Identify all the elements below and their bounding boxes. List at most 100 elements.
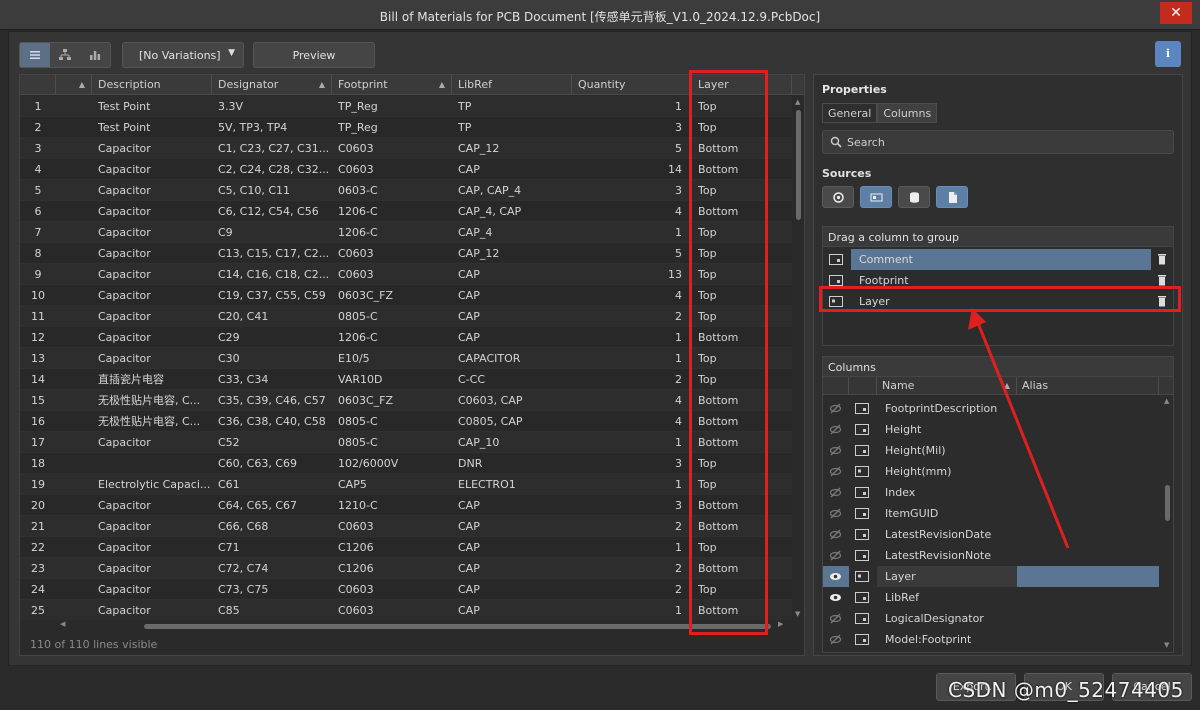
header-footprint[interactable]: Footprint ▲: [332, 75, 452, 95]
table-row[interactable]: 21 Capacitor C66, C68 C0603 CAP 2 Bottom: [20, 516, 792, 537]
column-list-item[interactable]: Index: [823, 482, 1163, 503]
column-alias[interactable]: [1017, 608, 1159, 629]
tree-view-button[interactable]: [50, 43, 80, 67]
header-designator[interactable]: Designator ▲: [212, 75, 332, 95]
table-row[interactable]: 25 Capacitor C85 C0603 CAP 1 Bottom: [20, 600, 792, 620]
header-row-number[interactable]: [20, 75, 56, 95]
columns-scrollbar[interactable]: ▲ ▼: [1163, 395, 1173, 651]
list-view-button[interactable]: [20, 43, 50, 67]
source-pcb-parameters-button[interactable]: [860, 186, 892, 208]
scroll-up-icon[interactable]: ▲: [1164, 397, 1169, 405]
scroll-down-icon[interactable]: ▼: [795, 610, 800, 618]
column-list-item[interactable]: LibRef: [823, 587, 1163, 608]
table-row[interactable]: 22 Capacitor C71 C1206 CAP 1 Top: [20, 537, 792, 558]
table-row[interactable]: 23 Capacitor C72, C74 C1206 CAP 2 Bottom: [20, 558, 792, 579]
eye-hidden-icon[interactable]: [829, 528, 842, 541]
group-item-comment[interactable]: Comment: [823, 249, 1173, 270]
table-row[interactable]: 20 Capacitor C64, C65, C67 1210-C CAP 3 Bottom: [20, 495, 792, 516]
table-row[interactable]: 2 Test Point 5V, TP3, TP4 TP_Reg TP 3 Top: [20, 117, 792, 138]
column-list-item[interactable]: Height(Mil): [823, 440, 1163, 461]
column-list-item[interactable]: LatestRevisionNote: [823, 545, 1163, 566]
header-source[interactable]: [849, 377, 877, 395]
eye-hidden-icon[interactable]: [829, 507, 842, 520]
source-document-button[interactable]: [936, 186, 968, 208]
column-alias[interactable]: [1017, 524, 1159, 545]
column-list-item[interactable]: Height: [823, 419, 1163, 440]
grid-horizontal-scrollbar[interactable]: ◀ ▶: [20, 620, 804, 632]
table-row[interactable]: 15 无极性贴片电容, C... C35, C39, C46, C57 0603C_F…: [20, 390, 792, 411]
column-list-item[interactable]: FootprintDescription: [823, 398, 1163, 419]
eye-hidden-icon[interactable]: [829, 633, 842, 646]
table-row[interactable]: 3 Capacitor C1, C23, C27, C31... C0603 CAP_1…: [20, 138, 792, 159]
hscroll-thumb[interactable]: [144, 624, 771, 629]
column-alias[interactable]: [1017, 566, 1159, 587]
eye-hidden-icon[interactable]: [829, 612, 842, 625]
table-row[interactable]: 4 Capacitor C2, C24, C28, C32... C0603 CAP 14…: [20, 159, 792, 180]
table-row[interactable]: 7 Capacitor C9 1206-C CAP_4 1 Top: [20, 222, 792, 243]
scroll-left-icon[interactable]: ◀: [60, 620, 65, 628]
column-alias[interactable]: [1017, 398, 1159, 419]
table-row[interactable]: 13 Capacitor C30 E10/5 CAPACITOR 1 Top: [20, 348, 792, 369]
column-alias[interactable]: [1017, 419, 1159, 440]
close-button[interactable]: ✕: [1160, 2, 1192, 24]
scroll-thumb[interactable]: [796, 110, 801, 220]
column-alias[interactable]: [1017, 629, 1159, 650]
source-components-button[interactable]: [822, 186, 854, 208]
table-row[interactable]: 10 Capacitor C19, C37, C55, C59 0603C_FZ CAP…: [20, 285, 792, 306]
info-button[interactable]: i: [1155, 41, 1181, 67]
table-row[interactable]: 11 Capacitor C20, C41 0805-C CAP 2 Top: [20, 306, 792, 327]
table-row[interactable]: 9 Capacitor C14, C16, C18, C2... C0603 CAP 13…: [20, 264, 792, 285]
table-row[interactable]: 19 Electrolytic Capaci... C61 CAP5 ELECTRO1 1…: [20, 474, 792, 495]
header-alias[interactable]: Alias: [1017, 377, 1159, 395]
preview-button[interactable]: Preview: [253, 42, 375, 68]
trash-icon[interactable]: [1157, 253, 1167, 265]
header-libref[interactable]: LibRef: [452, 75, 572, 95]
column-list-item[interactable]: Height(mm): [823, 461, 1163, 482]
table-row[interactable]: 6 Capacitor C6, C12, C54, C56 1206-C CAP_4, …: [20, 201, 792, 222]
column-list-item[interactable]: LogicalDesignator: [823, 608, 1163, 629]
column-list-item[interactable]: Layer: [823, 566, 1163, 587]
variations-dropdown[interactable]: [No Variations] ▼: [122, 42, 244, 68]
table-row[interactable]: 24 Capacitor C73, C75 C0603 CAP 2 Top: [20, 579, 792, 600]
eye-hidden-icon[interactable]: [829, 444, 842, 457]
eye-icon[interactable]: [829, 591, 842, 604]
table-row[interactable]: 17 Capacitor C52 0805-C CAP_10 1 Bottom: [20, 432, 792, 453]
table-row[interactable]: 16 无极性贴片电容, C... C36, C38, C40, C58 0805-C C…: [20, 411, 792, 432]
header-name[interactable]: Name ▲: [877, 377, 1017, 395]
table-row[interactable]: 5 Capacitor C5, C10, C11 0603-C CAP, CAP_4 3 T…: [20, 180, 792, 201]
tab-general[interactable]: General: [822, 103, 878, 123]
table-row[interactable]: 12 Capacitor C29 1206-C CAP 1 Bottom: [20, 327, 792, 348]
header-visibility[interactable]: [823, 377, 849, 395]
eye-hidden-icon[interactable]: [829, 486, 842, 499]
table-row[interactable]: 1 Test Point 3.3V TP_Reg TP 1 Top: [20, 96, 792, 117]
eye-icon[interactable]: [829, 570, 842, 583]
column-alias[interactable]: [1017, 503, 1159, 524]
grid-vertical-scrollbar[interactable]: ▲ ▼: [793, 96, 804, 620]
scroll-right-icon[interactable]: ▶: [778, 620, 783, 628]
header-quantity[interactable]: Quantity: [572, 75, 692, 95]
trash-icon[interactable]: [1157, 274, 1167, 286]
column-alias[interactable]: [1017, 440, 1159, 461]
table-row[interactable]: 14 直插瓷片电容 C33, C34 VAR10D C-CC 2 Top: [20, 369, 792, 390]
column-list-item[interactable]: Model:Footprint: [823, 629, 1163, 650]
header-sort-indicator[interactable]: ▲: [56, 75, 92, 95]
column-alias[interactable]: [1017, 461, 1159, 482]
column-alias[interactable]: [1017, 545, 1159, 566]
eye-hidden-icon[interactable]: [829, 402, 842, 415]
column-list-item[interactable]: ItemGUID: [823, 503, 1163, 524]
search-input[interactable]: Search: [822, 130, 1174, 154]
column-list-item[interactable]: LatestRevisionDate: [823, 524, 1163, 545]
columns-scroll-thumb[interactable]: [1165, 485, 1170, 521]
chart-view-button[interactable]: [80, 43, 110, 67]
tab-columns[interactable]: Columns: [877, 103, 938, 123]
table-row[interactable]: 18 C60, C63, C69 102/6000V DNR 3 Top: [20, 453, 792, 474]
eye-hidden-icon[interactable]: [829, 465, 842, 478]
eye-hidden-icon[interactable]: [829, 423, 842, 436]
column-alias[interactable]: [1017, 482, 1159, 503]
table-row[interactable]: 8 Capacitor C13, C15, C17, C2... C0603 CAP_1…: [20, 243, 792, 264]
eye-hidden-icon[interactable]: [829, 549, 842, 562]
header-description[interactable]: Description: [92, 75, 212, 95]
scroll-down-icon[interactable]: ▼: [1164, 641, 1169, 649]
source-database-button[interactable]: [898, 186, 930, 208]
column-alias[interactable]: [1017, 587, 1159, 608]
